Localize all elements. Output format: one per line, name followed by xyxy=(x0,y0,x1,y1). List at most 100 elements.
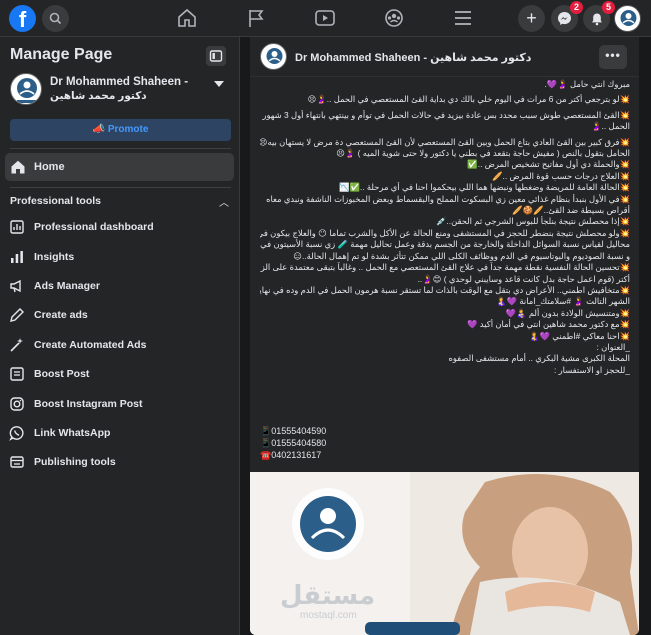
page-logo-icon xyxy=(266,48,283,64)
post-text-line: 💥الحالة العامة للمريضة وضغطها ونبضها هما… xyxy=(339,182,630,193)
post-text-line: 💥والحملة دي أول مفاتيح تشخيص المرض ..✅ xyxy=(467,159,630,170)
boost-post-icon xyxy=(10,367,24,381)
post-text-line: الحمل ..🤰 xyxy=(591,121,630,132)
facebook-logo[interactable]: f xyxy=(9,5,36,32)
post-text-line: 💥تحسين الحالة النفسية نقطة مهمة جداً في … xyxy=(260,262,630,273)
messenger-button[interactable]: 2 xyxy=(551,1,583,32)
page-dropdown-caret-icon xyxy=(214,81,224,87)
post-text-line: 💥العلاج درجات حسب قوة المرض ..🥖 xyxy=(492,170,630,181)
page-switcher[interactable]: Dr Mohammed Shaheen - دكتور محمد شاهين xyxy=(10,73,230,109)
notifications-button[interactable]: 5 xyxy=(583,1,615,32)
phone-number: 📱01555404590 xyxy=(260,426,327,436)
post-text-line: _العنوان : xyxy=(596,341,630,352)
sidebar-item-create-ads[interactable]: Create ads xyxy=(5,302,234,328)
sidebar-item-label: Professional dashboard xyxy=(34,221,154,233)
sidebar-item-label: Create ads xyxy=(34,309,88,321)
post-text-line: 💥ولو محصلش نتيجة بنضطر للحجز في المستشفى… xyxy=(260,227,630,238)
sidebar-item-home-label: Home xyxy=(34,161,65,173)
whatsapp-icon xyxy=(9,426,24,441)
dashboard-icon xyxy=(10,220,24,234)
professional-tools-heading: Professional tools xyxy=(10,195,102,207)
menu-nav-icon[interactable] xyxy=(452,8,474,28)
post-more-options-button[interactable]: ••• xyxy=(599,45,627,69)
post-text-line: أقراص بسيطة ضد القئ..🥖🍪🥖 xyxy=(512,205,630,216)
post-text-line: 💥احنا معاكي #اطمني 💜🤱 xyxy=(529,330,630,341)
ads-manager-icon xyxy=(10,279,21,293)
post-phone-numbers: 📱01555404590 📱01555404580 ☎️0402131617 xyxy=(260,425,400,461)
home-nav-icon[interactable] xyxy=(176,8,198,28)
sidebar-item-home[interactable]: Home xyxy=(5,153,234,181)
manage-page-sidebar: Manage Page Dr Mohammed Shaheen - دكتور … xyxy=(0,37,240,635)
insights-icon xyxy=(11,251,23,263)
post-text-line: 💥في الأول بنبدأ بنظام غذائي معين زي البس… xyxy=(266,193,630,204)
post-text-line: 💥فرق كبير بين القئ العادي بتاع الحمل وبي… xyxy=(260,136,630,147)
profile-logo-icon xyxy=(620,10,637,26)
post-text-line: _للحجز او الاستفسار : xyxy=(553,364,630,375)
post-text-line: أكتر (قوم اعمل حاجة بدل كانت قاعد وسايبن… xyxy=(417,273,630,284)
flag-pages-nav-icon[interactable] xyxy=(245,8,267,28)
divider xyxy=(10,148,231,149)
post-image[interactable]: مستقل mostaql.com xyxy=(250,472,639,635)
sidebar-item-publishing-tools[interactable]: Publishing tools xyxy=(5,449,234,475)
watermark-subtext: mostaql.com xyxy=(300,610,357,621)
page-avatar xyxy=(10,73,42,105)
instagram-icon xyxy=(10,397,24,411)
sidebar-item-link-whatsapp[interactable]: Link WhatsApp xyxy=(5,420,234,446)
create-button[interactable]: + xyxy=(518,5,545,32)
page-logo-icon xyxy=(17,78,37,103)
magic-wand-icon xyxy=(10,338,23,352)
page-name-arabic: دكتور محمد شاهين xyxy=(50,90,147,102)
watermark-text: مستقل xyxy=(280,580,376,610)
sidebar-item-ads-manager[interactable]: Ads Manager xyxy=(5,273,234,299)
phone-number: 📱01555404580 xyxy=(260,438,327,448)
profile-avatar[interactable] xyxy=(614,5,641,32)
post-text-line: 💥متخافيش اطمني.. الأعراض دي بتقل مع الوق… xyxy=(260,284,630,295)
chevron-up-icon[interactable]: ︿ xyxy=(219,194,229,209)
sidebar-title: Manage Page xyxy=(10,46,113,63)
search-icon xyxy=(49,12,62,25)
search-button[interactable] xyxy=(42,5,69,32)
phone-number: ☎️0402131617 xyxy=(260,450,322,460)
post-text-line: 💥القئ المستعصي طوش سبب محدد بس عادة بيزي… xyxy=(260,109,630,120)
notifications-badge: 5 xyxy=(602,1,615,14)
post-text-line: مبروك انتي حامل 🤰💜. xyxy=(544,79,630,89)
post-text-line: 💥مع دكتور محمد شاهين انتي في أمان أكيد 💜 xyxy=(467,319,630,330)
sidebar-item-label: Insights xyxy=(34,251,75,263)
bell-icon xyxy=(591,13,602,25)
sidebar-item-label: Boost Instagram Post xyxy=(34,398,143,410)
post-text-line: و نسبة الصوديوم والبوتاسيوم في الدم ووظا… xyxy=(293,250,630,261)
promote-button[interactable]: 📣 Promote xyxy=(10,119,231,141)
sidebar-item-label: Link WhatsApp xyxy=(34,427,111,439)
post-text-line: محاليل لقياس نسبة السوائل الداخلة والخار… xyxy=(260,239,630,250)
promote-label: Promote xyxy=(107,124,149,135)
home-icon xyxy=(11,160,25,174)
post-text-line: المحلة الكبرى مشية البكري .. أمام مستشفى… xyxy=(448,353,630,364)
main-feed: Dr Mohammed Shaheen - دكتور محمد شاهين •… xyxy=(240,37,651,635)
sidebar-item-boost-instagram-post[interactable]: Boost Instagram Post xyxy=(5,391,234,417)
sidebar-item-label: Boost Post xyxy=(34,368,90,380)
messenger-icon xyxy=(558,12,571,25)
messenger-badge: 2 xyxy=(570,1,583,14)
plus-icon: + xyxy=(526,8,537,28)
sidebar-item-boost-post[interactable]: Boost Post xyxy=(5,361,234,387)
sidebar-item-label: Create Automated Ads xyxy=(34,339,147,351)
watch-video-nav-icon[interactable] xyxy=(314,8,336,28)
post-text: مبروك انتي حامل 🤰💜. 💥لو بترجعي أكتر من 6 … xyxy=(260,79,630,459)
post-author-name[interactable]: Dr Mohammed Shaheen - دكتور محمد شاهين xyxy=(295,51,531,64)
groups-nav-icon[interactable] xyxy=(383,8,405,28)
publishing-tools-icon xyxy=(10,456,24,468)
post-card: Dr Mohammed Shaheen - دكتور محمد شاهين •… xyxy=(250,37,639,635)
sidebar-item-professional-dashboard[interactable]: Professional dashboard xyxy=(5,214,234,240)
collapse-sidebar-button[interactable] xyxy=(206,46,226,66)
page-name-english: Dr Mohammed Shaheen - xyxy=(50,76,189,88)
post-text-line: 💥لو بترجعي أكتر من 6 مرات في اليوم خلي ب… xyxy=(307,94,630,105)
sidebar-item-label: Ads Manager xyxy=(34,280,100,292)
create-ads-icon xyxy=(10,308,24,322)
post-text-line: الحامل بتقول بالنص ( مفيش حاجة بتقعد في … xyxy=(336,148,630,159)
sidebar-item-insights[interactable]: Insights xyxy=(5,244,234,270)
sidebar-item-create-automated-ads[interactable]: Create Automated Ads xyxy=(5,332,234,358)
more-options-icon: ••• xyxy=(605,48,621,62)
post-header: Dr Mohammed Shaheen - دكتور محمد شاهين •… xyxy=(250,37,639,77)
post-text-line: 💥إذا محصلش نتيجة بنلجأ للبوس الشرجي ثم ا… xyxy=(436,216,630,227)
post-author-avatar[interactable] xyxy=(260,43,287,70)
